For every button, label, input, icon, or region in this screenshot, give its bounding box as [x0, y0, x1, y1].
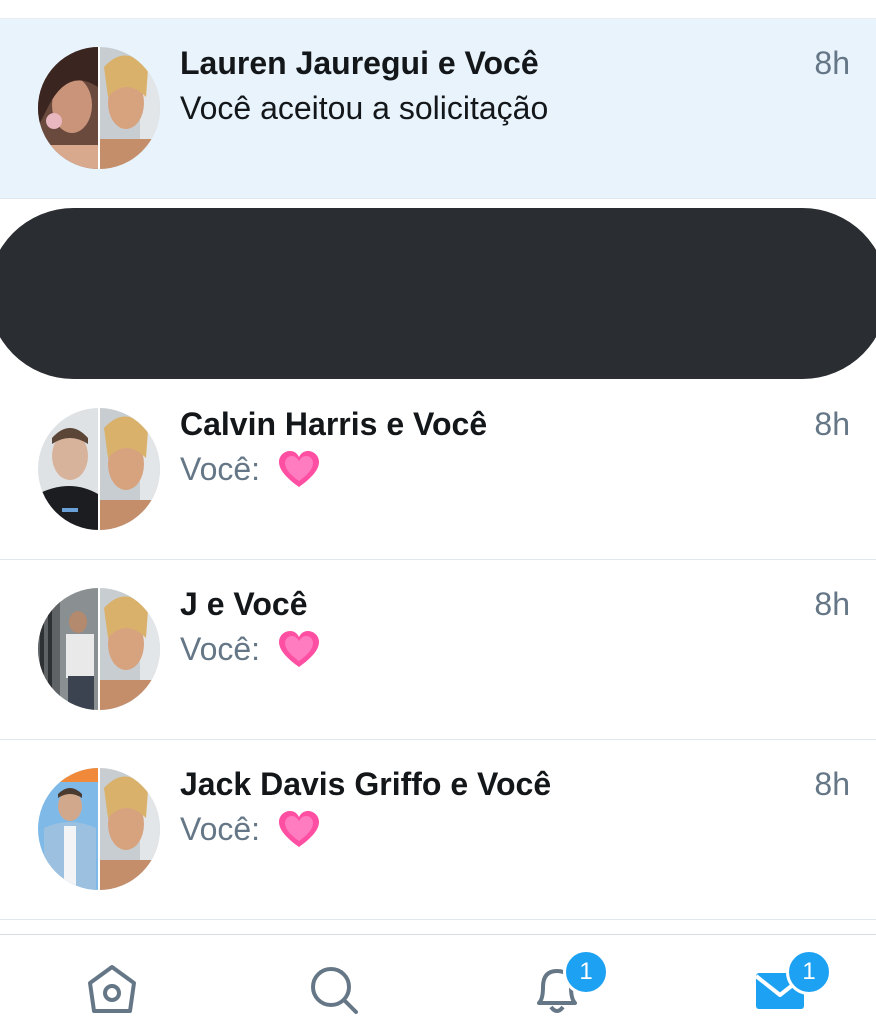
conversation-preview: Você:	[180, 811, 319, 849]
avatar-left-photo	[38, 768, 98, 890]
messages-badge: 1	[786, 949, 832, 995]
preview-text: Você:	[180, 631, 261, 667]
home-icon	[88, 965, 136, 1013]
conversation-preview: Você aceitou a solicitação	[180, 90, 549, 126]
conversation-row-calvin[interactable]: Calvin Harris e Você Você: 8h	[0, 380, 876, 560]
avatar	[38, 47, 160, 169]
conversation-name: J e Você	[180, 586, 308, 622]
preview-text: Você:	[180, 811, 261, 847]
avatar	[38, 408, 160, 530]
avatar-left-photo	[38, 47, 98, 169]
avatar	[38, 588, 160, 710]
avatar-right-photo	[100, 408, 160, 530]
conversation-preview: Você:	[180, 631, 319, 669]
conversation-row-lauren[interactable]: Lauren Jauregui e Você Você aceitou a so…	[0, 19, 876, 199]
tab-search[interactable]	[304, 959, 364, 1019]
conversation-row-j[interactable]: J e Você Você: 8h	[0, 560, 876, 740]
conversation-preview: Você:	[180, 451, 319, 489]
conversation-name: Jack Davis Griffo e Você	[180, 766, 552, 802]
redacted-conversation	[0, 208, 876, 379]
conversation-time: 8h	[814, 45, 850, 81]
heart-icon	[278, 631, 319, 667]
conversation-name: Lauren Jauregui e Você	[180, 45, 539, 81]
top-strip	[0, 0, 876, 19]
search-icon	[311, 967, 358, 1014]
preview-text: Você:	[180, 451, 261, 487]
avatar-left-photo	[38, 408, 98, 530]
avatar-right-photo	[100, 768, 160, 890]
tab-messages[interactable]: 1	[752, 949, 832, 1019]
notifications-badge: 1	[563, 949, 609, 995]
divider	[0, 198, 876, 199]
avatar-right-photo	[100, 588, 160, 710]
heart-icon	[278, 451, 319, 487]
conversation-row-jack[interactable]: Jack Davis Griffo e Você Você: 8h	[0, 740, 876, 920]
tab-notifications[interactable]: 1	[527, 949, 609, 1019]
heart-icon	[278, 811, 319, 847]
bottom-tab-bar: 1 1	[0, 934, 876, 1025]
conversation-name: Calvin Harris e Você	[180, 406, 488, 442]
avatar-right-photo	[100, 47, 160, 169]
conversation-time: 8h	[814, 766, 850, 802]
tab-home[interactable]	[82, 959, 142, 1019]
conversation-time: 8h	[814, 406, 850, 442]
avatar-left-photo	[38, 588, 98, 710]
conversation-time: 8h	[814, 586, 850, 622]
avatar	[38, 768, 160, 890]
